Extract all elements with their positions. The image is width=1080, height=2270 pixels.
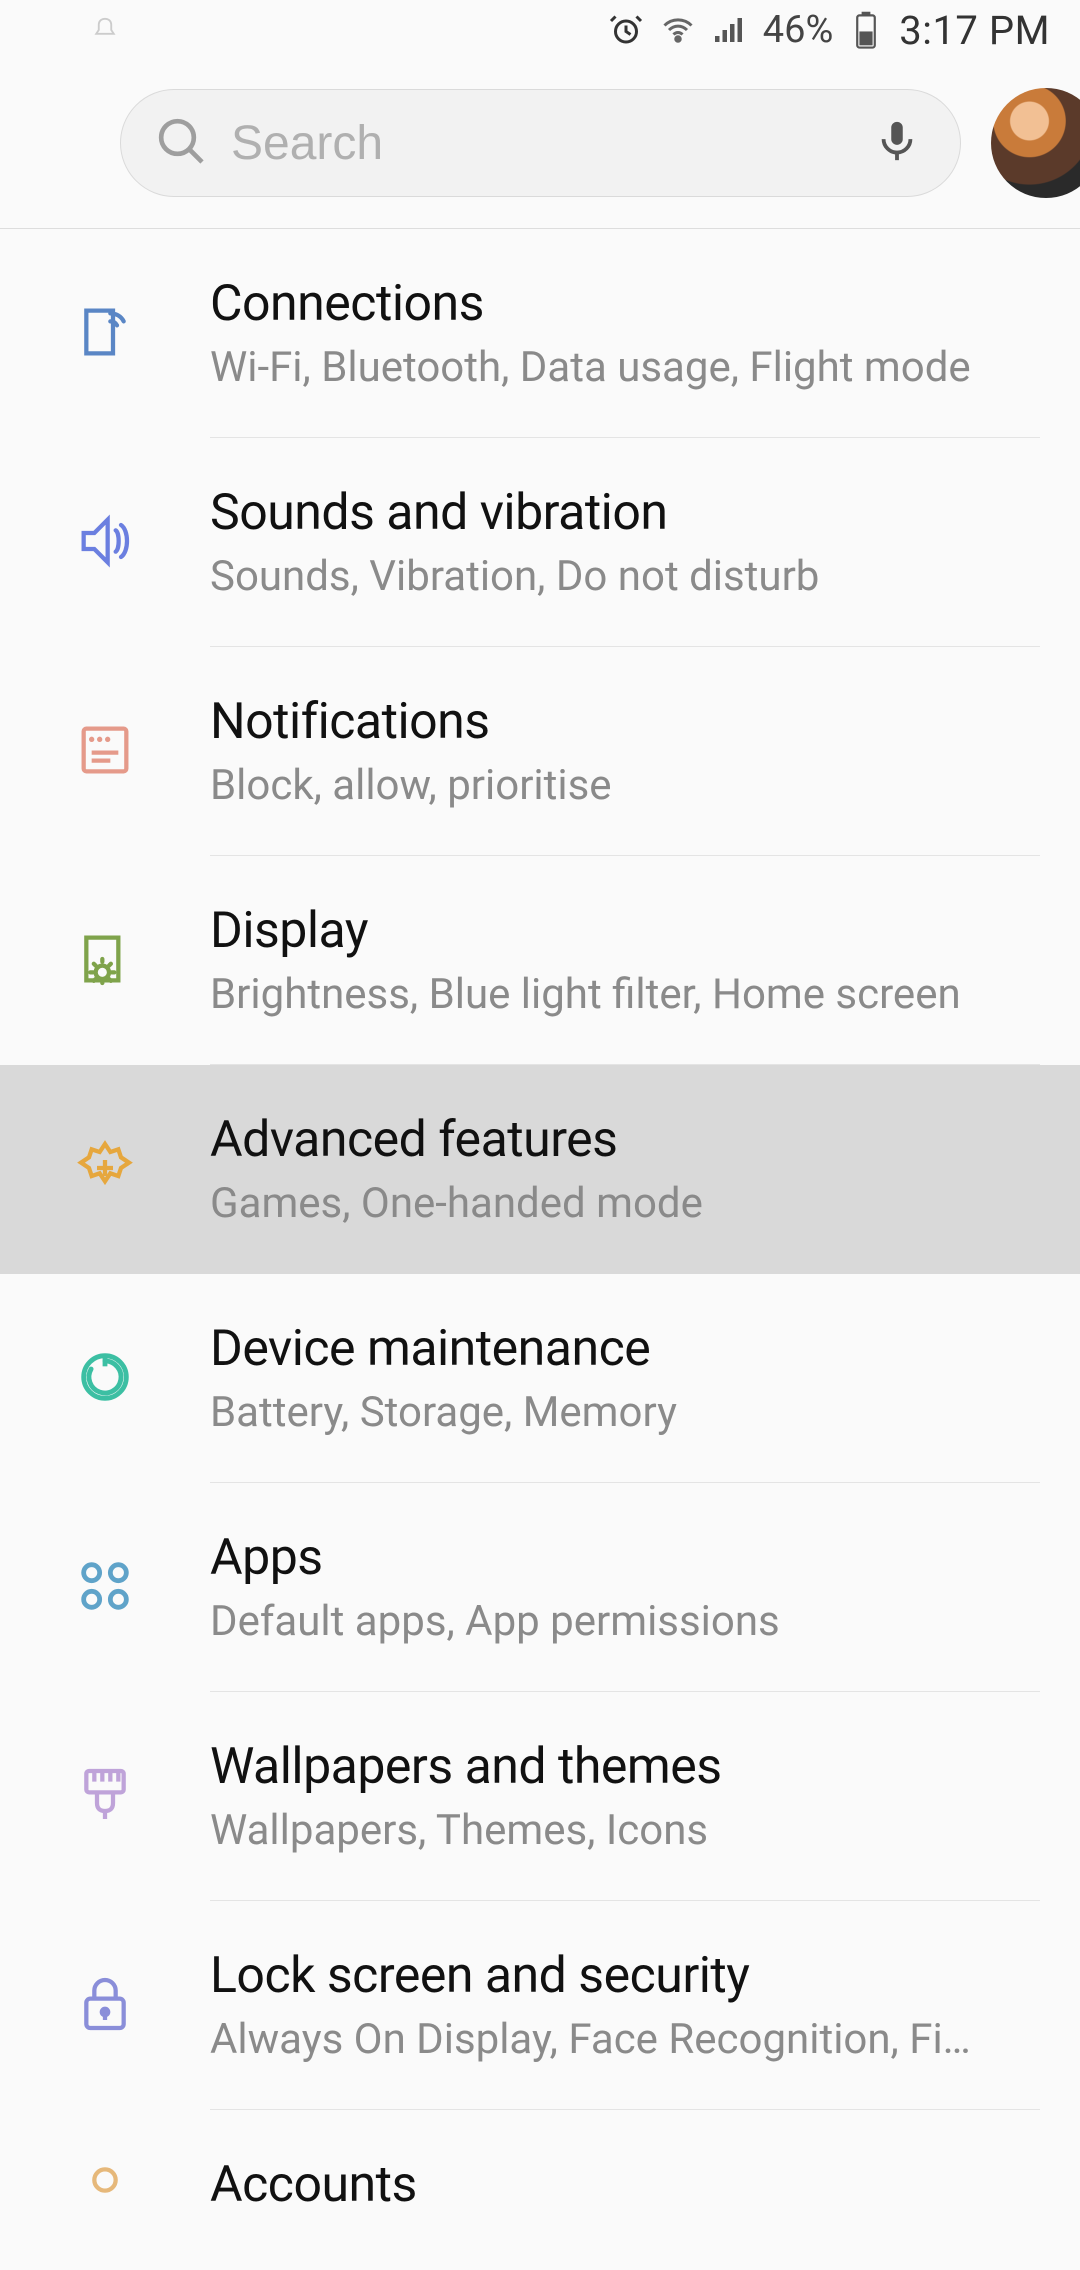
item-subtitle: Always On Display, Face Recognition, Fi…: [210, 2015, 1036, 2064]
settings-list: Connections Wi-Fi, Bluetooth, Data usage…: [0, 229, 1080, 2270]
settings-item-wallpapers[interactable]: Wallpapers and themes Wallpapers, Themes…: [0, 1692, 1080, 1901]
lock-icon: [73, 1972, 137, 2040]
item-title: Notifications: [210, 693, 1036, 751]
item-subtitle: Default apps, App permissions: [210, 1597, 1036, 1646]
device-maintenance-icon: [73, 1345, 137, 1413]
settings-item-display[interactable]: Display Brightness, Blue light filter, H…: [0, 856, 1080, 1065]
item-title: Display: [210, 902, 1036, 960]
display-icon: [73, 927, 137, 995]
clock-time: 3:17 PM: [899, 7, 1050, 54]
settings-item-apps[interactable]: Apps Default apps, App permissions: [0, 1483, 1080, 1692]
battery-percent: 46%: [763, 8, 834, 52]
item-title: Lock screen and security: [210, 1947, 1036, 2005]
item-subtitle: Brightness, Blue light filter, Home scre…: [210, 970, 1036, 1019]
search-field[interactable]: [120, 89, 961, 197]
brush-icon: [73, 1763, 137, 1831]
item-title: Advanced features: [210, 1111, 1036, 1169]
settings-item-device-maintenance[interactable]: Device maintenance Battery, Storage, Mem…: [0, 1274, 1080, 1483]
speaker-icon: [73, 509, 137, 577]
accounts-icon: [73, 2156, 137, 2224]
item-subtitle: Block, allow, prioritise: [210, 761, 1036, 810]
profile-avatar[interactable]: [991, 88, 1080, 198]
item-subtitle: Games, One-handed mode: [210, 1179, 1036, 1228]
item-title: Device maintenance: [210, 1320, 1036, 1378]
item-subtitle: Battery, Storage, Memory: [210, 1388, 1036, 1437]
item-title: Connections: [210, 275, 1036, 333]
wifi-icon: [659, 11, 697, 49]
apps-icon: [73, 1554, 137, 1622]
item-title: Accounts: [210, 2156, 1036, 2214]
item-subtitle: Wi-Fi, Bluetooth, Data usage, Flight mod…: [210, 343, 1036, 392]
search-icon: [153, 113, 209, 173]
search-input[interactable]: [231, 116, 852, 171]
advanced-icon: [73, 1136, 137, 1204]
mute-icon: [86, 11, 124, 49]
item-title: Apps: [210, 1529, 1036, 1587]
status-bar: 46% 3:17 PM: [0, 0, 1080, 60]
item-subtitle: Wallpapers, Themes, Icons: [210, 1806, 1036, 1855]
item-title: Wallpapers and themes: [210, 1738, 1036, 1796]
signal-icon: [711, 11, 749, 49]
item-title: Sounds and vibration: [210, 484, 1036, 542]
settings-item-notifications[interactable]: Notifications Block, allow, prioritise: [0, 647, 1080, 856]
settings-item-accounts[interactable]: Accounts: [0, 2110, 1080, 2270]
battery-icon: [847, 11, 885, 49]
settings-item-lock-screen[interactable]: Lock screen and security Always On Displ…: [0, 1901, 1080, 2110]
mic-icon[interactable]: [874, 118, 920, 168]
alarm-icon: [607, 11, 645, 49]
settings-item-advanced-features[interactable]: Advanced features Games, One-handed mode: [0, 1065, 1080, 1274]
notifications-icon: [73, 718, 137, 786]
settings-item-sounds[interactable]: Sounds and vibration Sounds, Vibration, …: [0, 438, 1080, 647]
search-row: [0, 60, 1080, 228]
connections-icon: [73, 300, 137, 368]
settings-item-connections[interactable]: Connections Wi-Fi, Bluetooth, Data usage…: [0, 229, 1080, 438]
item-subtitle: Sounds, Vibration, Do not disturb: [210, 552, 1036, 601]
